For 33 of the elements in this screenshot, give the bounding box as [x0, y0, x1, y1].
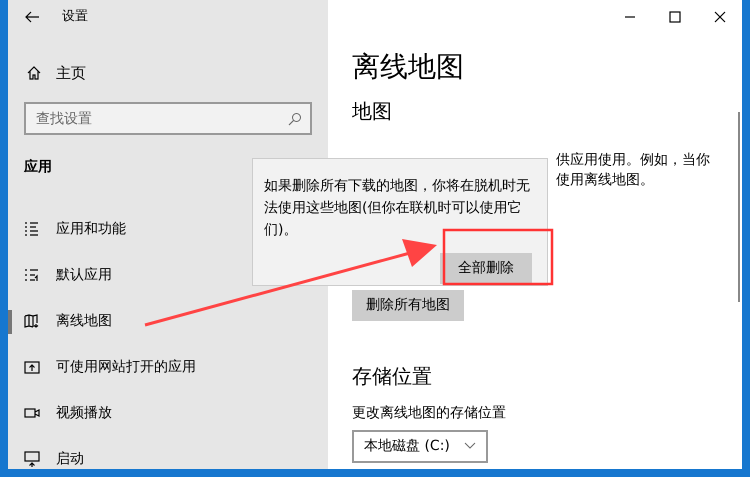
delete-all-button[interactable]: 全部删除	[440, 253, 532, 284]
selection-indicator	[8, 310, 12, 334]
close-icon	[714, 11, 726, 23]
storage-label: 更改离线地图的存储位置	[352, 404, 507, 423]
storage-dropdown[interactable]: 本地磁盘 (C:)	[352, 430, 488, 463]
window-title: 设置	[62, 8, 88, 26]
window-icon	[24, 359, 40, 375]
back-button[interactable]	[24, 10, 40, 24]
section-heading: 地图	[352, 98, 393, 125]
nav-item[interactable]: 离线地图	[8, 298, 328, 344]
delete-all-maps-button[interactable]: 删除所有地图	[352, 290, 464, 321]
list-icon	[24, 221, 40, 237]
nav-item[interactable]: 默认应用	[8, 252, 328, 298]
chevron-down-icon	[464, 442, 476, 450]
search-icon	[288, 112, 302, 126]
home-icon	[26, 65, 42, 81]
section-heading: 应用	[22, 158, 53, 177]
nav-item[interactable]: 可使用网站打开的应用	[8, 344, 328, 390]
description-text: 使用离线地图。	[556, 170, 655, 190]
section-heading: 存储位置	[352, 362, 433, 390]
description-text: 供应用使用。例如，当你	[556, 150, 711, 170]
list-icon	[24, 267, 40, 283]
nav-item[interactable]: 视频播放	[8, 390, 328, 436]
scrollbar-thumb[interactable]	[738, 112, 740, 302]
flyout-message: 如果删除所有下载的地图，你将在脱机时无法使用这些地图(但你在联机时可以使用它们)。	[264, 177, 531, 240]
home-nav-item[interactable]: 主页	[8, 56, 328, 90]
monitor-icon	[24, 451, 40, 467]
nav-item[interactable]: 启动	[8, 436, 328, 469]
page-heading: 离线地图	[352, 50, 465, 84]
maximize-icon	[668, 11, 680, 23]
search-field[interactable]: 查找设置	[24, 102, 312, 135]
map-icon	[24, 313, 40, 329]
back-icon	[24, 10, 40, 24]
